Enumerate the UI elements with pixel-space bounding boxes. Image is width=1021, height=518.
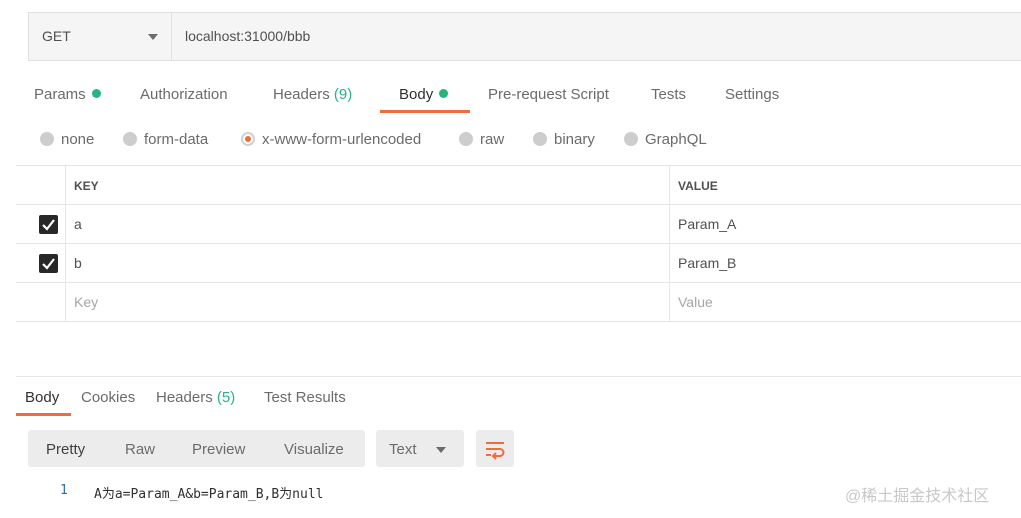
row-checkbox-cell [16, 283, 66, 321]
header-checkbox-cell [16, 166, 66, 204]
radio-form-data-label: form-data [144, 131, 209, 148]
active-tab-underline [380, 110, 470, 113]
param-value: Param_B [678, 255, 737, 271]
tab-body-label: Body [399, 86, 434, 103]
format-pretty-button[interactable]: Pretty [46, 441, 85, 458]
radio-selected-icon [241, 132, 255, 146]
format-raw-button[interactable]: Raw [125, 441, 155, 458]
table-new-row: Key Value [16, 283, 1021, 322]
radio-circle-icon [459, 132, 473, 146]
tab-tests[interactable]: Tests [651, 86, 686, 103]
tab-settings[interactable]: Settings [725, 86, 779, 103]
tab-headers[interactable]: Headers (9) [273, 86, 352, 103]
response-body-line: A为a=Param_A&b=Param_B,B为null [94, 487, 324, 502]
response-tab-cookies-label: Cookies [81, 389, 136, 406]
wrap-lines-icon [486, 442, 505, 460]
tab-params-label: Params [34, 86, 86, 103]
row-checkbox[interactable] [39, 215, 58, 234]
row-checkbox[interactable] [39, 254, 58, 273]
response-divider [16, 376, 1021, 377]
response-type-label: Text [389, 441, 417, 458]
radio-circle-icon [40, 132, 54, 146]
url-input[interactable]: localhost:31000/bbb [185, 28, 310, 44]
headers-count: (9) [333, 86, 353, 103]
radio-none[interactable]: none [40, 131, 94, 148]
radio-graphql-label: GraphQL [645, 131, 707, 148]
response-tab-test-results-label: Test Results [264, 389, 346, 406]
tab-authorization[interactable]: Authorization [140, 86, 228, 103]
params-indicator-dot [91, 89, 101, 98]
response-tab-body[interactable]: Body [25, 389, 59, 406]
header-key-cell: KEY [66, 166, 670, 204]
response-headers-count: (5) [216, 389, 236, 406]
format-visualize-button[interactable]: Visualize [284, 441, 344, 458]
table-row: b Param_B [16, 244, 1021, 283]
radio-binary[interactable]: binary [533, 131, 595, 148]
check-icon [42, 219, 55, 231]
row-value-cell[interactable]: Param_B [670, 244, 1021, 282]
tab-headers-label: Headers [273, 86, 330, 103]
response-tab-body-label: Body [25, 389, 60, 406]
param-value: Param_A [678, 216, 737, 232]
radio-circle-icon [123, 132, 137, 146]
radio-graphql[interactable]: GraphQL [624, 131, 707, 148]
row-checkbox-cell [16, 205, 66, 243]
new-key-input[interactable]: Key [66, 283, 670, 321]
tab-body[interactable]: Body [399, 86, 449, 103]
new-value-input[interactable]: Value [670, 283, 1021, 321]
chevron-down-icon [436, 447, 446, 453]
table-row: a Param_A [16, 205, 1021, 244]
response-tab-headers[interactable]: Headers (5) [156, 389, 235, 406]
radio-circle-icon [624, 132, 638, 146]
body-indicator-dot [439, 89, 449, 98]
check-icon [42, 258, 55, 270]
table-header-row: KEY VALUE [16, 166, 1021, 205]
tab-settings-label: Settings [725, 86, 780, 103]
response-active-tab-underline [16, 413, 71, 416]
method-label: GET [42, 28, 71, 44]
tab-authorization-label: Authorization [140, 86, 228, 103]
method-select[interactable]: GET [29, 13, 172, 60]
key-column-header: KEY [74, 179, 99, 193]
header-value-cell: VALUE [670, 166, 1021, 204]
value-placeholder: Value [678, 294, 713, 310]
format-button-group: Pretty Raw Preview Visualize [28, 430, 365, 467]
format-preview-button[interactable]: Preview [192, 441, 245, 458]
row-value-cell[interactable]: Param_A [670, 205, 1021, 243]
tab-tests-label: Tests [651, 86, 687, 103]
response-tab-cookies[interactable]: Cookies [81, 389, 135, 406]
row-checkbox-cell [16, 244, 66, 282]
radio-x-www-form-urlencoded[interactable]: x-www-form-urlencoded [241, 131, 421, 148]
tab-params[interactable]: Params [34, 86, 101, 103]
key-placeholder: Key [74, 294, 99, 310]
param-key: b [74, 255, 82, 271]
body-params-table: KEY VALUE a Param_A b Param_B Key Value [16, 165, 1021, 322]
response-tab-headers-label: Headers [156, 389, 213, 406]
wrap-lines-button[interactable] [476, 430, 514, 467]
line-number: 1 [60, 483, 68, 498]
response-type-select[interactable]: Text [376, 430, 464, 467]
tab-pre-request-script-label: Pre-request Script [488, 86, 609, 103]
radio-none-label: none [61, 131, 95, 148]
param-key: a [74, 216, 82, 232]
radio-form-data[interactable]: form-data [123, 131, 208, 148]
value-column-header: VALUE [678, 179, 718, 193]
radio-raw[interactable]: raw [459, 131, 504, 148]
watermark-text: @稀土掘金技术社区 [845, 488, 990, 505]
request-url-bar: GET localhost:31000/bbb [28, 12, 1021, 61]
row-key-cell[interactable]: b [66, 244, 670, 282]
tab-pre-request-script[interactable]: Pre-request Script [488, 86, 609, 103]
radio-binary-label: binary [554, 131, 595, 148]
chevron-down-icon [148, 34, 158, 40]
radio-circle-icon [533, 132, 547, 146]
response-tab-test-results[interactable]: Test Results [264, 389, 346, 406]
radio-raw-label: raw [480, 131, 505, 148]
radio-urlencoded-label: x-www-form-urlencoded [262, 131, 422, 148]
row-key-cell[interactable]: a [66, 205, 670, 243]
